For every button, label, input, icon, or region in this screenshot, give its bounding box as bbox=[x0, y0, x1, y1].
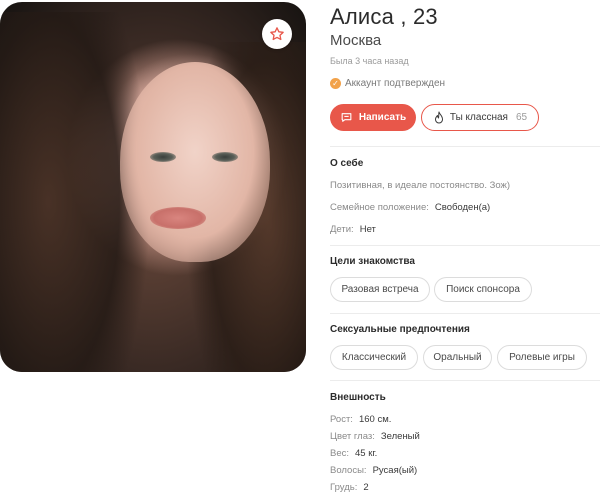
weight-value: 45 кг. bbox=[355, 448, 378, 459]
divider bbox=[330, 146, 600, 147]
last-seen: Была 3 часа назад bbox=[330, 56, 409, 66]
preference-chip[interactable]: Оральный bbox=[423, 345, 492, 370]
divider bbox=[330, 313, 600, 314]
photo-lips bbox=[150, 207, 206, 229]
photo-eye-left bbox=[150, 152, 176, 162]
write-button-label: Написать bbox=[358, 112, 407, 123]
weight-label: Вес: bbox=[330, 448, 350, 459]
marital-value: Свободен(а) bbox=[434, 202, 491, 213]
breast-label: Грудь: bbox=[330, 482, 358, 493]
flame-icon bbox=[434, 111, 443, 123]
star-outline-icon bbox=[270, 27, 284, 41]
check-circle-icon: ✓ bbox=[330, 78, 341, 89]
marital-status: Семейное положение: Свободен(а) bbox=[330, 202, 490, 213]
about-title: О себе bbox=[330, 158, 364, 169]
eyes-label: Цвет глаз: bbox=[330, 431, 375, 442]
hair-value: Русая(ый) bbox=[372, 465, 418, 476]
preference-chip[interactable]: Ролевые игры bbox=[497, 345, 587, 370]
weight-row: Вес: 45 кг. bbox=[330, 448, 377, 459]
kids-label: Дети: bbox=[330, 224, 354, 235]
goal-chip[interactable]: Разовая встреча bbox=[330, 277, 430, 302]
profile-photo[interactable] bbox=[0, 2, 306, 372]
breast-row: Грудь: 2 bbox=[330, 482, 369, 493]
goal-chip[interactable]: Поиск спонсора bbox=[434, 277, 532, 302]
profile-city: Москва bbox=[330, 32, 382, 49]
verified-label: Аккаунт подтвержден bbox=[345, 78, 446, 89]
eyes-value: Зеленый bbox=[380, 431, 420, 442]
photo-face bbox=[120, 62, 270, 262]
divider bbox=[330, 380, 600, 381]
preferences-title: Сексуальные предпочтения bbox=[330, 324, 470, 335]
hair-label: Волосы: bbox=[330, 465, 367, 476]
like-count: 65 bbox=[515, 112, 528, 123]
divider bbox=[330, 245, 600, 246]
favorite-button[interactable] bbox=[262, 19, 292, 49]
like-button-label: Ты классная bbox=[449, 112, 508, 123]
marital-label: Семейное положение: bbox=[330, 202, 429, 213]
breast-value: 2 bbox=[363, 482, 369, 493]
chat-bubble-icon bbox=[341, 113, 352, 122]
height-label: Рост: bbox=[330, 414, 353, 425]
goals-title: Цели знакомства bbox=[330, 256, 415, 267]
write-button[interactable]: Написать bbox=[330, 104, 416, 131]
photo-eye-right bbox=[212, 152, 238, 162]
hair-row: Волосы: Русая(ый) bbox=[330, 465, 417, 476]
preference-chip[interactable]: Классический bbox=[330, 345, 418, 370]
height-row: Рост: 160 см. bbox=[330, 414, 391, 425]
eyes-row: Цвет глаз: Зеленый bbox=[330, 431, 420, 442]
kids-value: Нет bbox=[359, 224, 376, 235]
about-description: Позитивная, в идеале постоянство. Зож) bbox=[330, 180, 511, 191]
like-button[interactable]: Ты классная 65 bbox=[421, 104, 539, 131]
verified-badge: ✓ Аккаунт подтвержден bbox=[330, 78, 445, 89]
height-value: 160 см. bbox=[358, 414, 392, 425]
kids-status: Дети: Нет bbox=[330, 224, 376, 235]
appearance-title: Внешность bbox=[330, 392, 386, 403]
profile-name-age: Алиса , 23 bbox=[330, 4, 438, 29]
